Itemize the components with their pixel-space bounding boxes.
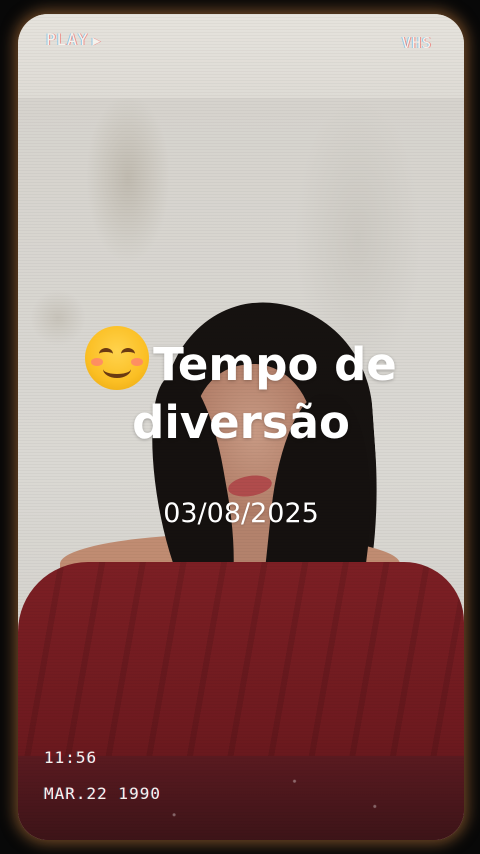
vhs-label: VHS [401, 34, 432, 52]
top-light-band [18, 14, 464, 98]
title-text: Tempo de diversão [132, 338, 397, 449]
title-overlay: Tempo de diversão [18, 326, 464, 452]
time-stamp: 11:56 [44, 748, 98, 767]
video-screen: PLAY ▶ VHS Tempo de diversão 03/08/2025 1… [18, 14, 464, 840]
play-indicator: PLAY ▶ [46, 30, 101, 49]
vhs-frame: PLAY ▶ VHS Tempo de diversão 03/08/2025 1… [0, 0, 480, 854]
play-icon: ▶ [92, 34, 102, 49]
date-text: 03/08/2025 [163, 498, 319, 529]
date-stamp: MAR.22 1990 [44, 784, 161, 803]
smiling-face-icon [85, 326, 150, 390]
play-label: PLAY [46, 30, 89, 49]
